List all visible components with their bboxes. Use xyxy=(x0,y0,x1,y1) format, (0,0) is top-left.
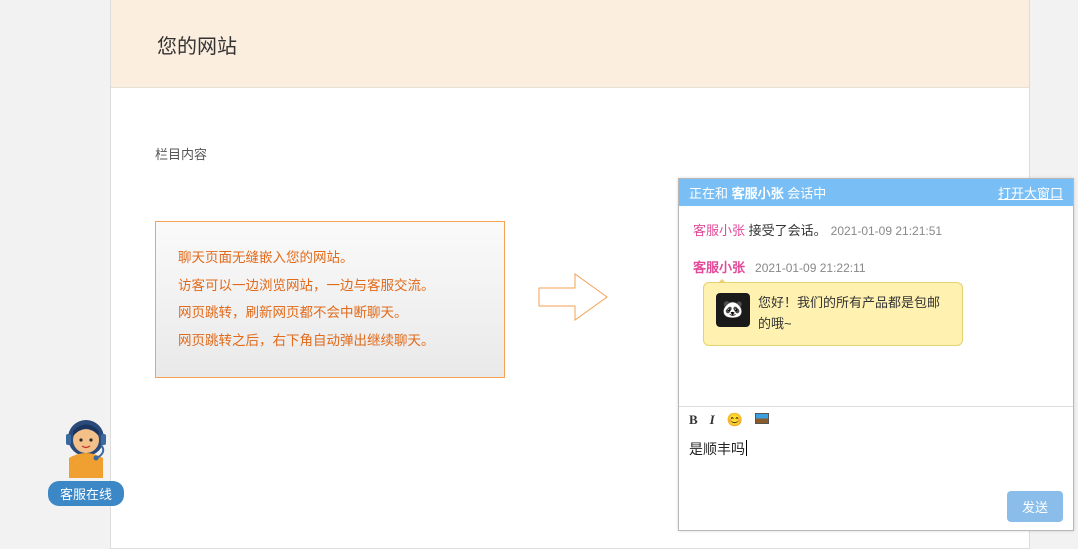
image-icon xyxy=(755,413,769,424)
chat-toolbar: B I 😊 xyxy=(679,406,1073,433)
support-float-button[interactable]: 客服在线 xyxy=(48,416,124,506)
site-title: 您的网站 xyxy=(157,30,983,59)
sys-accept-text: 接受了会话。 xyxy=(745,223,827,238)
support-label: 客服在线 xyxy=(48,481,124,506)
send-button[interactable]: 发送 xyxy=(1007,491,1063,522)
sys-agent-name: 客服小张 xyxy=(693,223,745,238)
status-suffix: 会话中 xyxy=(784,186,827,201)
bubble-text: 您好！我们的所有产品都是包邮的哦~ xyxy=(758,293,950,335)
explain-line: 访客可以一边浏览网站，一边与客服交流。 xyxy=(178,272,482,300)
status-agent: 客服小张 xyxy=(732,186,784,201)
arrow-right-icon xyxy=(537,270,609,329)
explain-line: 聊天页面无缝嵌入您的网站。 xyxy=(178,244,482,272)
chat-header: 正在和 客服小张 会话中 打开大窗口 xyxy=(679,179,1073,206)
sys-timestamp: 2021-01-09 21:21:51 xyxy=(831,224,942,238)
site-header: 您的网站 xyxy=(111,0,1029,88)
chat-message-list[interactable]: 客服小张 接受了会话。 2021-01-09 21:21:51 客服小张 2021-… xyxy=(679,206,1073,406)
msg-agent-name: 客服小张 xyxy=(693,260,745,275)
text-cursor xyxy=(746,440,747,456)
agent-message-row: 🐼 您好！我们的所有产品都是包邮的哦~ xyxy=(703,282,1059,346)
emoji-button[interactable]: 😊 xyxy=(727,412,743,428)
input-text: 是顺丰吗 xyxy=(689,441,745,457)
panda-emoji-icon: 🐼 xyxy=(716,293,750,327)
chat-input[interactable]: 是顺丰吗 xyxy=(679,433,1073,491)
message-bubble: 🐼 您好！我们的所有产品都是包邮的哦~ xyxy=(703,282,963,346)
chat-footer: 发送 xyxy=(679,491,1073,530)
italic-button[interactable]: I xyxy=(710,412,715,428)
chat-status-text: 正在和 客服小张 会话中 xyxy=(689,183,826,202)
system-message: 客服小张 接受了会话。 2021-01-09 21:21:51 xyxy=(693,220,1059,239)
explain-line: 网页跳转，刷新网页都不会中断聊天。 xyxy=(178,299,482,327)
bold-button[interactable]: B xyxy=(689,412,698,428)
explain-box: 聊天页面无缝嵌入您的网站。 访客可以一边浏览网站，一边与客服交流。 网页跳转，刷… xyxy=(155,221,505,378)
explain-line: 网页跳转之后，右下角自动弹出继续聊天。 xyxy=(178,327,482,355)
open-big-window-link[interactable]: 打开大窗口 xyxy=(998,183,1063,202)
image-button[interactable] xyxy=(755,412,769,428)
msg-timestamp: 2021-01-09 21:22:11 xyxy=(755,261,866,275)
column-label: 栏目内容 xyxy=(155,144,985,163)
agent-message-header: 客服小张 2021-01-09 21:22:11 xyxy=(693,257,1059,276)
support-avatar-icon xyxy=(55,416,117,478)
status-prefix: 正在和 xyxy=(689,186,732,201)
chat-widget: 正在和 客服小张 会话中 打开大窗口 客服小张 接受了会话。 2021-01-09… xyxy=(678,178,1074,531)
